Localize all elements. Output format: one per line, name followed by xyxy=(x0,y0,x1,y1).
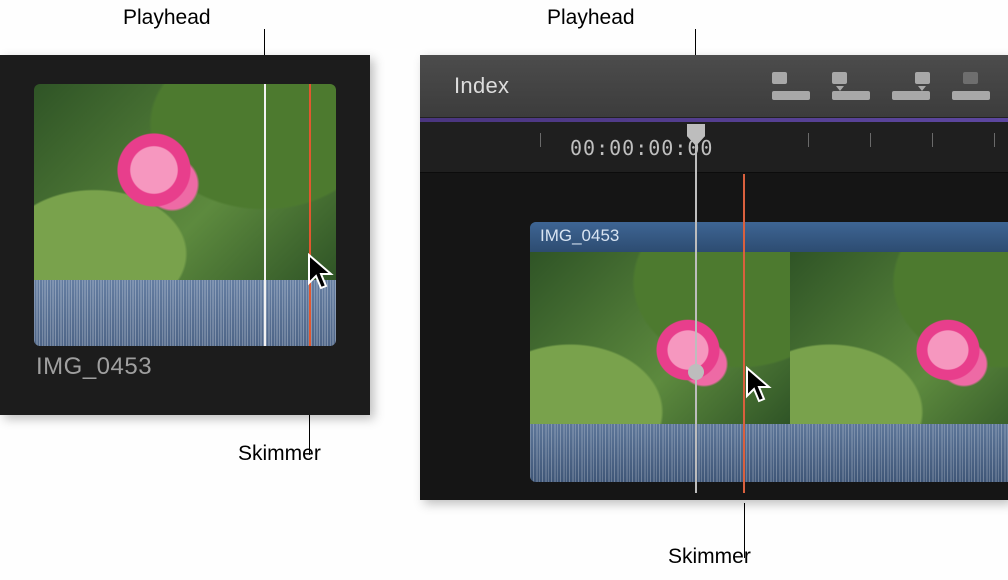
clip-audio-waveform xyxy=(34,280,336,346)
timeline-body[interactable]: 00:00:00:00 IMG_0453 xyxy=(420,118,1008,500)
clip-filmstrip xyxy=(530,252,1008,424)
timeline-skimmer[interactable] xyxy=(743,174,745,493)
filmstrip-frame xyxy=(790,252,1008,424)
callout-label-playhead-right: Playhead xyxy=(547,6,635,30)
callout-line xyxy=(744,503,745,558)
clip-filename: IMG_0453 xyxy=(36,353,152,381)
clip-audio-waveform xyxy=(530,424,1008,482)
filmstrip-frame xyxy=(530,252,790,424)
overwrite-clip-icon[interactable] xyxy=(952,72,990,100)
timeline-toolbar: Index xyxy=(420,55,1008,118)
timeline-playhead[interactable] xyxy=(695,124,697,493)
clip-thumbnail xyxy=(34,84,336,280)
browser-skimmer[interactable] xyxy=(309,84,311,346)
timeline-ruler[interactable]: 00:00:00:00 xyxy=(420,122,1008,173)
index-button[interactable]: Index xyxy=(434,67,529,105)
timeline-panel: Index 00:00:00:00 IMG_0 xyxy=(420,55,1008,500)
timeline-clip-title: IMG_0453 xyxy=(530,222,1008,252)
browser-clip[interactable] xyxy=(34,84,336,346)
callout-label-skimmer-right: Skimmer xyxy=(668,545,751,569)
edit-mode-buttons xyxy=(772,72,994,100)
timeline-clip[interactable]: IMG_0453 xyxy=(530,222,1008,482)
playhead-dot-icon xyxy=(688,364,704,380)
callout-label-playhead-left: Playhead xyxy=(123,6,211,30)
append-clip-icon[interactable] xyxy=(892,72,930,100)
browser-panel: IMG_0453 xyxy=(0,55,370,415)
browser-playhead[interactable] xyxy=(264,84,266,346)
insert-clip-icon[interactable] xyxy=(832,72,870,100)
connect-clip-icon[interactable] xyxy=(772,72,810,100)
